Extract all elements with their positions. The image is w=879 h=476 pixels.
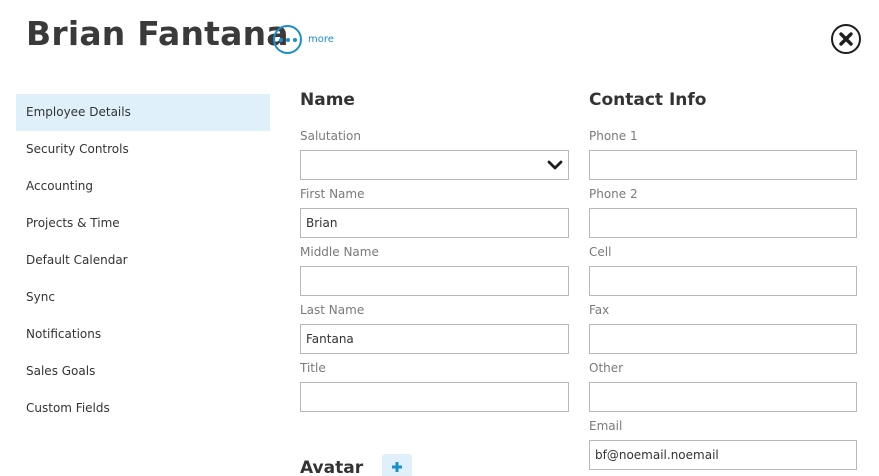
sidebar-item-sales-goals[interactable]: Sales Goals xyxy=(16,353,270,390)
close-button[interactable] xyxy=(831,24,861,54)
phone2-field[interactable] xyxy=(589,208,857,238)
other-label: Other xyxy=(589,361,624,375)
employee-details-page: Brian Fantana more Employee Details Secu… xyxy=(0,0,879,476)
phone1-label: Phone 1 xyxy=(589,129,638,143)
plus-icon xyxy=(392,462,402,472)
sidebar-item-custom-fields[interactable]: Custom Fields xyxy=(16,390,270,427)
email-field[interactable]: bf@noemail.noemail xyxy=(589,440,857,470)
middle-name-label: Middle Name xyxy=(300,245,379,259)
avatar-section-heading: Avatar xyxy=(300,458,364,476)
middle-name-field[interactable] xyxy=(300,266,569,296)
sidebar-item-projects-time[interactable]: Projects & Time xyxy=(16,205,270,242)
phone2-label: Phone 2 xyxy=(589,187,638,201)
email-label: Email xyxy=(589,419,623,433)
title-field[interactable] xyxy=(300,382,569,412)
contact-section-heading: Contact Info xyxy=(589,90,707,110)
salutation-label: Salutation xyxy=(300,129,361,143)
add-avatar-button[interactable] xyxy=(382,454,412,476)
sidebar-nav: Employee Details Security Controls Accou… xyxy=(16,94,270,427)
title-label: Title xyxy=(300,361,326,375)
sidebar-item-sync[interactable]: Sync xyxy=(16,279,270,316)
sidebar-item-accounting[interactable]: Accounting xyxy=(16,168,270,205)
fax-label: Fax xyxy=(589,303,610,317)
page-title: Brian Fantana xyxy=(26,14,289,53)
sidebar-item-notifications[interactable]: Notifications xyxy=(16,316,270,353)
more-label[interactable]: more xyxy=(308,34,334,45)
salutation-select[interactable] xyxy=(300,150,569,180)
close-icon[interactable] xyxy=(838,31,854,47)
last-name-field[interactable]: Fantana xyxy=(300,324,569,354)
sidebar-item-default-calendar[interactable]: Default Calendar xyxy=(16,242,270,279)
phone1-field[interactable] xyxy=(589,150,857,180)
sidebar-item-security-controls[interactable]: Security Controls xyxy=(16,131,270,168)
last-name-label: Last Name xyxy=(300,303,365,317)
other-field[interactable] xyxy=(589,382,857,412)
ellipsis-icon[interactable] xyxy=(273,25,302,54)
chevron-down-icon xyxy=(547,160,563,170)
fax-field[interactable] xyxy=(589,324,857,354)
cell-label: Cell xyxy=(589,245,612,259)
more-button[interactable]: more xyxy=(273,25,334,54)
name-section-heading: Name xyxy=(300,90,355,110)
first-name-field[interactable]: Brian xyxy=(300,208,569,238)
cell-field[interactable] xyxy=(589,266,857,296)
first-name-label: First Name xyxy=(300,187,365,201)
sidebar-item-employee-details[interactable]: Employee Details xyxy=(16,94,270,131)
